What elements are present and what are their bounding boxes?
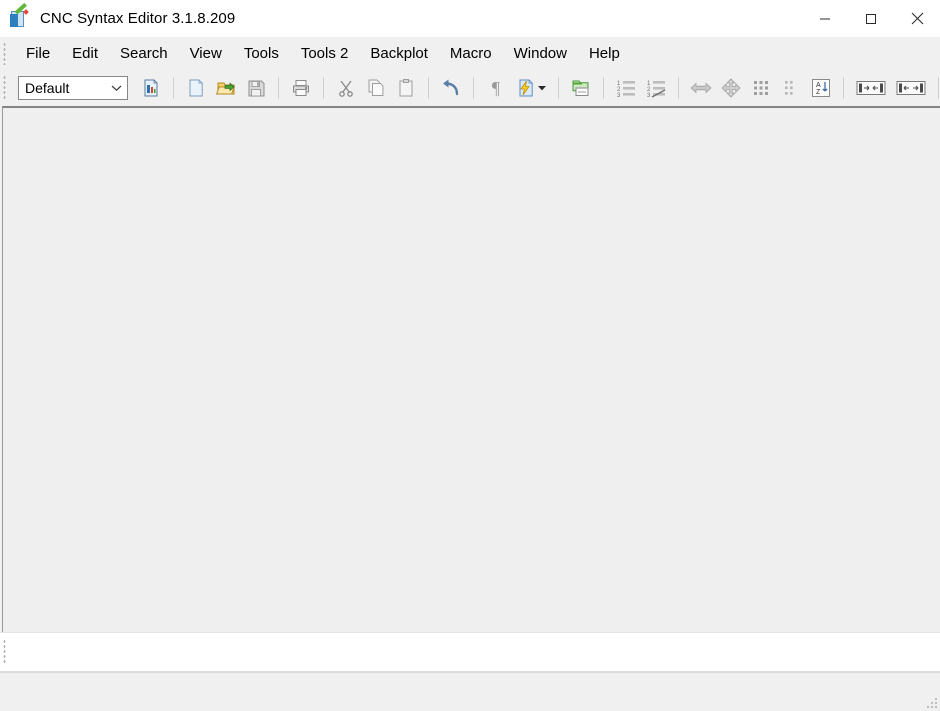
toolbar-separator xyxy=(843,77,844,99)
sort-az-icon[interactable]: A Z xyxy=(807,74,835,102)
menu-band-grip[interactable] xyxy=(0,37,9,70)
maximize-icon[interactable] xyxy=(848,0,894,37)
svg-text:Z: Z xyxy=(816,89,821,96)
svg-text:3: 3 xyxy=(617,93,621,98)
status-bar xyxy=(0,672,940,711)
undo-arrow-icon[interactable] xyxy=(437,74,465,102)
toolbar-band: Default ¶ 1 2 3 1 2 3 A Z xyxy=(0,70,940,106)
toolbar-separator xyxy=(323,77,324,99)
left-right-arrow-icon[interactable] xyxy=(687,74,715,102)
bottom-dock-panel xyxy=(0,632,940,672)
dock-panel-grip[interactable] xyxy=(0,633,9,671)
menu-item-edit[interactable]: Edit xyxy=(61,42,109,65)
toolbar-separator xyxy=(678,77,679,99)
editor-content[interactable] xyxy=(3,108,940,632)
window-title: CNC Syntax Editor 3.1.8.209 xyxy=(40,10,236,27)
menu-item-macro[interactable]: Macro xyxy=(439,42,503,65)
contract-brackets-icon[interactable] xyxy=(892,74,930,102)
numbered-list-strike-icon[interactable]: 1 2 3 xyxy=(642,74,670,102)
dotted-grid-icon[interactable] xyxy=(747,74,775,102)
main-toolbar: Default ¶ 1 2 3 1 2 3 A Z xyxy=(9,70,940,106)
chevron-down-icon xyxy=(105,84,127,92)
menu-bar: File Edit Search View Tools Tools 2 Back… xyxy=(9,37,631,70)
toolbar-separator xyxy=(173,77,174,99)
chevron-down-icon xyxy=(537,85,547,91)
title-bar: CNC Syntax Editor 3.1.8.209 xyxy=(0,0,940,37)
minimize-icon[interactable] xyxy=(802,0,848,37)
open-folder-icon[interactable] xyxy=(212,74,240,102)
four-way-arrow-icon[interactable] xyxy=(717,74,745,102)
menu-item-file[interactable]: File xyxy=(15,42,61,65)
svg-text:3: 3 xyxy=(647,93,651,98)
menu-item-help[interactable]: Help xyxy=(578,42,631,65)
toolbar-separator xyxy=(603,77,604,99)
menu-item-search[interactable]: Search xyxy=(109,42,179,65)
new-file-icon[interactable] xyxy=(182,74,210,102)
green-folder-window-icon[interactable] xyxy=(567,74,595,102)
editor-container xyxy=(0,106,940,632)
menu-item-window[interactable]: Window xyxy=(503,42,578,65)
document-lightning-icon[interactable] xyxy=(512,74,550,102)
expand-brackets-icon[interactable] xyxy=(852,74,890,102)
svg-text:A: A xyxy=(816,82,821,89)
menu-band: File Edit Search View Tools Tools 2 Back… xyxy=(0,37,940,70)
title-bar-left: CNC Syntax Editor 3.1.8.209 xyxy=(0,0,235,37)
resize-grip-icon[interactable] xyxy=(924,695,937,708)
toolbar-band-grip[interactable] xyxy=(0,70,9,106)
dotted-grid-small-icon[interactable] xyxy=(777,74,805,102)
profile-combobox[interactable]: Default xyxy=(18,76,128,100)
application-window: CNC Syntax Editor 3.1.8.209 File Edit Se… xyxy=(0,0,940,711)
text-editor[interactable] xyxy=(2,106,940,632)
menu-item-view[interactable]: View xyxy=(179,42,233,65)
clipboard-paste-icon[interactable] xyxy=(392,74,420,102)
menu-item-tools[interactable]: Tools xyxy=(233,42,290,65)
window-controls xyxy=(802,0,940,37)
toolbar-separator xyxy=(938,77,939,99)
menu-item-backplot[interactable]: Backplot xyxy=(359,42,439,65)
toolbar-separator xyxy=(473,77,474,99)
toolbar-separator xyxy=(558,77,559,99)
profile-combobox-value: Default xyxy=(25,80,70,96)
svg-text:¶: ¶ xyxy=(492,78,500,98)
cnc-syntax-editor-icon xyxy=(10,2,30,29)
scissors-icon[interactable] xyxy=(332,74,360,102)
document-properties-icon[interactable] xyxy=(137,74,165,102)
menu-item-tools-2[interactable]: Tools 2 xyxy=(290,42,360,65)
close-icon[interactable] xyxy=(894,0,940,37)
pilcrow-icon[interactable]: ¶ xyxy=(482,74,510,102)
toolbar-separator xyxy=(428,77,429,99)
copy-icon[interactable] xyxy=(362,74,390,102)
printer-icon[interactable] xyxy=(287,74,315,102)
save-floppy-icon[interactable] xyxy=(242,74,270,102)
toolbar-separator xyxy=(278,77,279,99)
numbered-list-icon[interactable]: 1 2 3 xyxy=(612,74,640,102)
